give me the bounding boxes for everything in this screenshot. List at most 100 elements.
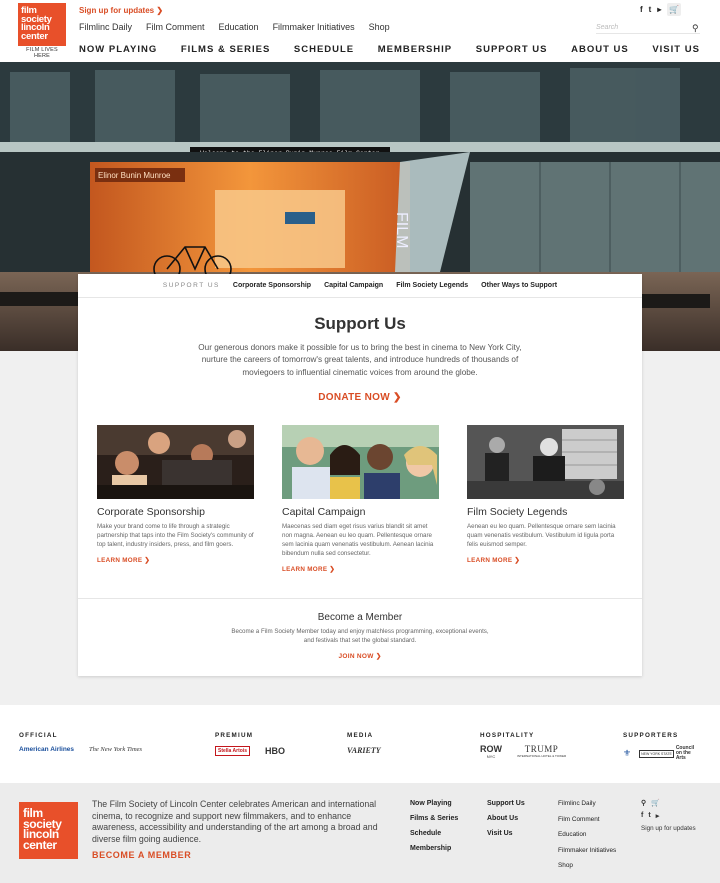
support-subnav: SUPPORT US Corporate Sponsorship Capital… [78,274,642,298]
feature-text: Aenean eu leo quam. Pellentesque ornare … [467,523,616,548]
site-footer: film society lincoln center The Film Soc… [0,783,720,883]
footer-link[interactable]: Filmmaker Initiatives [558,847,616,854]
variety-logo[interactable]: VARIETY [347,746,381,755]
feature-corporate: Corporate Sponsorship Make your brand co… [97,425,254,567]
main-nav: NOW PLAYING FILMS & SERIES SCHEDULE MEMB… [79,44,700,55]
row-nyc-logo[interactable]: ROW NYC [480,745,502,760]
chevron-right-icon: ❯ [144,557,150,564]
tab-other-ways[interactable]: Other Ways to Support [481,282,557,289]
sponsor-category-label: SUPPORTERS [623,732,679,739]
logo-tagline: FILM LIVES HERE [26,47,58,59]
sponsor-category-label: PREMIUM [215,732,254,739]
utility-nav: Filmlinc Daily Film Comment Education Fi… [79,22,390,32]
membership-title: Become a Member [317,612,403,623]
sponsors-premium: PREMIUM Stella Artois HBO [215,732,285,756]
nav-about-us[interactable]: ABOUT US [571,44,629,55]
nav-now-playing[interactable]: NOW PLAYING [79,44,157,55]
chevron-right-icon: ❯ [393,392,402,403]
footer-link[interactable]: Shop [558,862,616,869]
feature-title: Corporate Sponsorship [97,506,205,518]
nav-membership[interactable]: MEMBERSHIP [378,44,452,55]
social-links: f t ▸ 🛒 [640,3,682,16]
search-icon[interactable]: ⚲ [641,799,646,807]
stella-artois-logo[interactable]: Stella Artois [215,746,250,756]
membership-text: Become a Film Society Member today and e… [231,628,489,644]
nysca-logo[interactable]: NEW YORK STATE Council on the Arts [639,746,700,761]
become-member-link[interactable]: BECOME A MEMBER [92,850,191,860]
footer-link[interactable]: Filmlinc Daily [558,800,616,807]
twitter-icon[interactable]: t [648,812,650,820]
footer-link[interactable]: About Us [487,815,525,822]
trump-hotel-logo[interactable]: TRUMP INTERNATIONAL HOTEL & TOWER [517,745,566,760]
sponsors-media: MEDIA VARIETY [347,732,381,755]
footer-logo[interactable]: film society lincoln center [19,802,78,859]
subnav-filmmaker-initiatives[interactable]: Filmmaker Initiatives [273,22,355,32]
cart-icon[interactable]: 🛒 [651,799,660,807]
footer-link[interactable]: Schedule [410,830,458,837]
youtube-icon[interactable]: ▸ [656,812,660,820]
hbo-logo[interactable]: HBO [265,746,285,756]
feature-title: Film Society Legends [467,506,568,518]
youtube-icon[interactable]: ▸ [657,5,661,14]
cart-icon[interactable]: 🛒 [667,3,682,16]
sponsor-category-label: OFFICIAL [19,732,58,739]
nav-visit-us[interactable]: VISIT US [652,44,700,55]
feature-text: Maecenas sed diam eget risus varius blan… [282,523,434,557]
footer-link[interactable]: Education [558,831,616,838]
intro-text: Our generous donors make it possible for… [198,343,522,377]
site-logo[interactable]: film society lincoln center [18,3,66,46]
footer-nav-col-2: Support Us About Us Visit Us [487,800,525,837]
subnav-label: SUPPORT US [162,282,220,289]
subnav-shop[interactable]: Shop [369,22,390,32]
learn-more-link[interactable]: LEARN MORE ❯ [282,566,335,573]
corporate-photo[interactable] [97,425,254,499]
twitter-icon[interactable]: t [649,5,652,14]
feature-text: Make your brand come to life through a s… [97,523,254,548]
footer-link[interactable]: Membership [410,845,458,852]
search-icon[interactable]: ⚲ [692,23,699,34]
signup-link[interactable]: Sign up for updates ❯ [79,6,163,15]
footer-link[interactable]: Film Comment [558,816,616,823]
membership-section: Become a Member Become a Film Society Me… [78,598,642,660]
sponsor-category-label: MEDIA [347,732,374,739]
footer-link[interactable]: Now Playing [410,800,458,807]
tab-film-society-legends[interactable]: Film Society Legends [396,282,468,289]
nav-schedule[interactable]: SCHEDULE [294,44,354,55]
sponsor-category-label: HOSPITALITY [480,732,535,739]
chevron-right-icon: ❯ [375,653,382,660]
subnav-education[interactable]: Education [219,22,259,32]
footer-signup-link[interactable]: Sign up for updates [641,825,696,832]
chevron-right-icon: ❯ [329,566,335,573]
page-title: Support Us [314,314,406,333]
footer-nav-col-3: Filmlinc Daily Film Comment Education Fi… [558,800,616,869]
building-letters: FILM [393,212,410,248]
subnav-film-comment[interactable]: Film Comment [146,22,205,32]
donate-button[interactable]: DONATE NOW ❯ [78,392,642,403]
tab-corporate-sponsorship[interactable]: Corporate Sponsorship [233,282,311,289]
search-input[interactable]: Search [596,24,700,34]
site-header: film society lincoln center FILM LIVES H… [0,0,720,62]
seal-icon: ⚜ [623,748,632,758]
join-now-link[interactable]: JOIN NOW ❯ [78,652,642,660]
footer-about-text: The Film Society of Lincoln Center celeb… [92,799,378,845]
capital-photo[interactable] [282,425,439,499]
chevron-right-icon: ❯ [156,6,164,15]
learn-more-link[interactable]: LEARN MORE ❯ [467,557,520,564]
footer-link[interactable]: Films & Series [410,815,458,822]
tab-capital-campaign[interactable]: Capital Campaign [324,282,383,289]
legends-photo[interactable] [467,425,624,499]
learn-more-link[interactable]: LEARN MORE ❯ [97,557,150,564]
american-airlines-logo[interactable]: American Airlines [19,746,74,753]
sponsors-bar: OFFICIAL American Airlines The New York … [0,705,720,783]
support-card: SUPPORT US Corporate Sponsorship Capital… [78,274,642,676]
new-york-times-logo[interactable]: The New York Times [89,746,142,753]
nav-support-us[interactable]: SUPPORT US [476,44,548,55]
nav-films-series[interactable]: FILMS & SERIES [181,44,270,55]
facebook-icon[interactable]: f [641,812,643,820]
facebook-icon[interactable]: f [640,5,643,14]
subnav-filmlinc-daily[interactable]: Filmlinc Daily [79,22,132,32]
footer-link[interactable]: Visit Us [487,830,525,837]
footer-link[interactable]: Support Us [487,800,525,807]
chevron-right-icon: ❯ [514,557,520,564]
building-sign: Elinor Bunin Munroe [98,171,171,180]
